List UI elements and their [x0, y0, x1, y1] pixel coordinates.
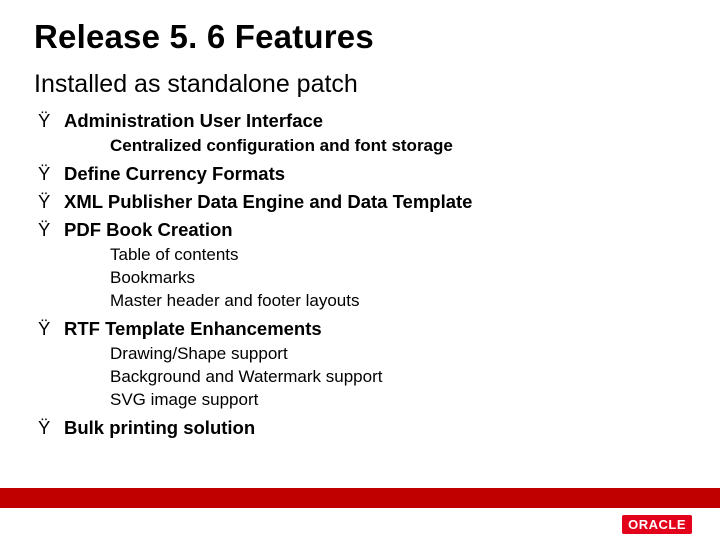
sub-item: Centralized configuration and font stora… — [110, 135, 686, 158]
content-area: Release 5. 6 Features Installed as stand… — [0, 0, 720, 440]
bullet-glyph: Ÿ — [38, 162, 64, 186]
list-item-line: ŸRTF Template Enhancements — [38, 317, 686, 341]
sub-item: Bookmarks — [110, 267, 686, 290]
list-item-label: RTF Template Enhancements — [64, 317, 322, 341]
list-item-line: ŸBulk printing solution — [38, 416, 686, 440]
sub-item: Master header and footer layouts — [110, 290, 686, 313]
list-item: ŸAdministration User InterfaceCentralize… — [38, 109, 686, 158]
bullet-glyph: Ÿ — [38, 109, 64, 133]
slide: Release 5. 6 Features Installed as stand… — [0, 0, 720, 540]
list-item-label: Administration User Interface — [64, 109, 323, 133]
sub-list: Drawing/Shape supportBackground and Wate… — [110, 343, 686, 412]
list-item-label: PDF Book Creation — [64, 218, 233, 242]
slide-title: Release 5. 6 Features — [34, 18, 686, 56]
sub-item: Table of contents — [110, 244, 686, 267]
list-item: ŸRTF Template EnhancementsDrawing/Shape … — [38, 317, 686, 412]
sub-list: Table of contentsBookmarksMaster header … — [110, 244, 686, 313]
list-item-line: ŸDefine Currency Formats — [38, 162, 686, 186]
list-item-label: Bulk printing solution — [64, 416, 255, 440]
bullet-glyph: Ÿ — [38, 317, 64, 341]
slide-subtitle: Installed as standalone patch — [34, 70, 686, 99]
bullet-glyph: Ÿ — [38, 190, 64, 214]
oracle-logo: ORACLE — [622, 515, 692, 534]
footer-whitebar: ORACLE — [0, 508, 720, 540]
oracle-logo-text: ORACLE — [622, 515, 692, 534]
list-item: ŸDefine Currency Formats — [38, 162, 686, 186]
bullet-glyph: Ÿ — [38, 416, 64, 440]
sub-item: Drawing/Shape support — [110, 343, 686, 366]
bullet-list: ŸAdministration User InterfaceCentralize… — [38, 109, 686, 440]
list-item-label: Define Currency Formats — [64, 162, 285, 186]
list-item-label: XML Publisher Data Engine and Data Templ… — [64, 190, 472, 214]
list-item: ŸPDF Book CreationTable of contentsBookm… — [38, 218, 686, 313]
sub-item: SVG image support — [110, 389, 686, 412]
sub-list: Centralized configuration and font stora… — [110, 135, 686, 158]
list-item-line: ŸPDF Book Creation — [38, 218, 686, 242]
sub-item: Background and Watermark support — [110, 366, 686, 389]
list-item: ŸXML Publisher Data Engine and Data Temp… — [38, 190, 686, 214]
list-item: ŸBulk printing solution — [38, 416, 686, 440]
footer: ORACLE — [0, 488, 720, 540]
list-item-line: ŸXML Publisher Data Engine and Data Temp… — [38, 190, 686, 214]
bullet-glyph: Ÿ — [38, 218, 64, 242]
list-item-line: ŸAdministration User Interface — [38, 109, 686, 133]
footer-redbar — [0, 488, 720, 508]
